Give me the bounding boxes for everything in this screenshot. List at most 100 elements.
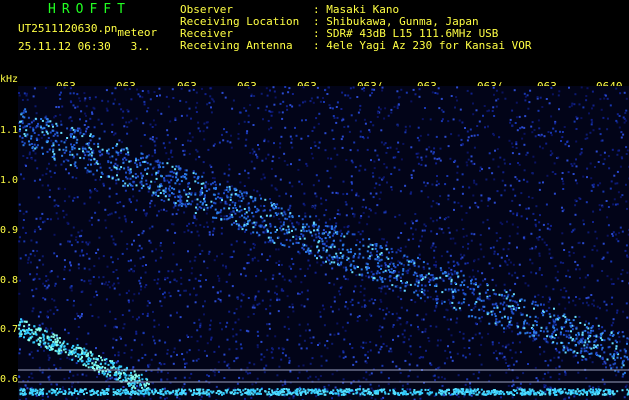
noise-pixel <box>280 358 283 361</box>
noise-pixel <box>42 339 45 342</box>
noise-pixel <box>224 200 227 203</box>
noise-pixel <box>118 168 121 171</box>
noise-pixel <box>33 87 36 90</box>
noise-pixel <box>111 362 114 365</box>
noise-pixel <box>346 232 349 235</box>
noise-pixel <box>503 315 506 318</box>
noise-pixel <box>418 245 420 248</box>
noise-pixel <box>607 206 610 208</box>
noise-pixel <box>576 352 579 354</box>
noise-pixel <box>322 261 325 264</box>
noise-pixel <box>467 136 470 139</box>
noise-pixel <box>489 247 492 250</box>
noise-pixel <box>140 157 142 160</box>
noise-pixel <box>213 180 216 183</box>
noise-pixel <box>76 129 79 132</box>
noise-pixel <box>97 142 100 145</box>
noise-pixel <box>89 139 92 142</box>
noise-pixel <box>264 278 267 281</box>
noise-pixel <box>72 226 75 229</box>
noise-pixel <box>344 278 347 280</box>
noise-pixel <box>404 129 407 132</box>
noise-pixel <box>558 90 561 93</box>
noise-pixel <box>266 334 269 337</box>
noise-pixel <box>511 330 514 333</box>
noise-pixel <box>356 96 359 98</box>
noise-pixel <box>571 246 574 249</box>
noise-pixel <box>335 121 338 124</box>
noise-pixel <box>74 348 77 351</box>
noise-pixel <box>122 327 125 330</box>
noise-pixel <box>252 313 255 315</box>
noise-pixel <box>165 95 168 98</box>
noise-pixel <box>88 98 91 100</box>
noise-pixel <box>232 250 235 253</box>
noise-pixel <box>562 349 565 352</box>
y-tick-label: 0.9 <box>0 225 19 236</box>
noise-pixel <box>192 172 195 175</box>
noise-pixel <box>374 243 377 246</box>
noise-pixel <box>283 221 285 224</box>
noise-pixel <box>203 200 206 203</box>
noise-pixel <box>50 176 53 178</box>
noise-pixel <box>175 165 178 168</box>
noise-pixel <box>46 347 49 350</box>
noise-pixel <box>444 349 447 352</box>
noise-pixel <box>361 88 364 91</box>
noise-pixel <box>571 339 574 342</box>
noise-pixel <box>389 271 392 273</box>
noise-pixel <box>344 305 347 308</box>
noise-pixel <box>368 238 371 241</box>
noise-pixel <box>260 358 263 361</box>
noise-pixel <box>537 294 540 297</box>
noise-pixel <box>461 121 464 124</box>
noise-pixel <box>160 183 163 186</box>
noise-pixel <box>32 249 35 252</box>
noise-pixel <box>401 333 404 336</box>
spectrogram-plot[interactable] <box>18 86 629 400</box>
noise-pixel <box>503 301 506 304</box>
noise-pixel <box>624 249 627 252</box>
noise-pixel <box>509 210 512 213</box>
noise-pixel <box>618 126 621 129</box>
noise-pixel <box>328 218 331 221</box>
noise-pixel <box>436 344 439 347</box>
noise-pixel <box>123 167 126 170</box>
noise-pixel <box>88 360 90 363</box>
noise-pixel <box>137 234 140 236</box>
noise-pixel <box>324 221 327 224</box>
noise-pixel <box>591 248 594 251</box>
noise-pixel <box>465 161 468 164</box>
noise-pixel <box>77 267 80 270</box>
noise-pixel <box>59 113 62 116</box>
noise-pixel <box>470 309 473 311</box>
noise-pixel <box>58 93 61 96</box>
noise-pixel <box>463 347 466 349</box>
noise-pixel <box>291 93 294 95</box>
noise-pixel <box>304 100 307 103</box>
noise-pixel <box>110 161 113 164</box>
noise-pixel <box>450 268 453 271</box>
noise-pixel <box>178 183 181 186</box>
noise-pixel <box>288 265 291 268</box>
noise-pixel <box>157 195 160 197</box>
noise-pixel <box>294 275 297 278</box>
noise-pixel <box>580 148 583 151</box>
noise-pixel <box>172 351 175 354</box>
noise-pixel <box>185 169 188 172</box>
noise-pixel <box>109 156 111 159</box>
noise-pixel <box>486 218 489 221</box>
noise-pixel <box>406 388 409 391</box>
noise-pixel <box>531 328 534 330</box>
noise-pixel <box>474 333 477 336</box>
noise-pixel <box>459 309 462 312</box>
noise-pixel <box>64 187 66 190</box>
noise-pixel <box>33 132 36 134</box>
noise-pixel <box>47 376 50 379</box>
noise-pixel <box>574 213 577 216</box>
noise-pixel <box>23 320 26 323</box>
noise-pixel <box>112 337 115 340</box>
noise-pixel <box>564 143 567 146</box>
noise-pixel <box>179 268 182 271</box>
noise-pixel <box>361 230 364 233</box>
